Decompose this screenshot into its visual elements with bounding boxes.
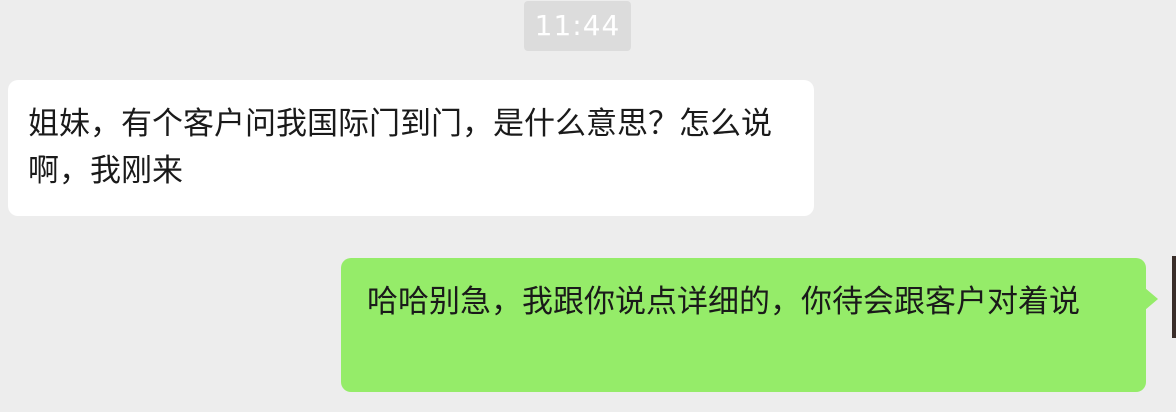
message-timestamp: 11:44 [524, 1, 631, 51]
bubble-tail [1145, 288, 1158, 310]
outgoing-message-bubble[interactable]: 哈哈别急，我跟你说点详细的，你待会跟客户对着说 [341, 258, 1158, 392]
avatar-edge [1172, 256, 1176, 338]
incoming-message-text: 姐妹，有个客户问我国际门到门，是什么意思？怎么说啊，我刚来 [28, 106, 772, 189]
outgoing-message-text: 哈哈别急，我跟你说点详细的，你待会跟客户对着说 [367, 284, 1080, 320]
incoming-message-bubble[interactable]: 姐妹，有个客户问我国际门到门，是什么意思？怎么说啊，我刚来 [8, 80, 814, 216]
